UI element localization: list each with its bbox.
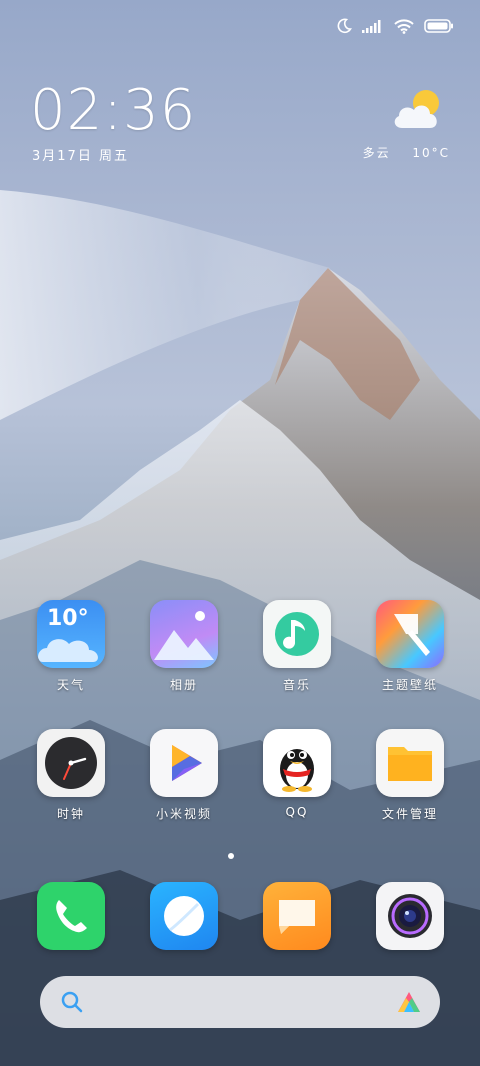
wifi-icon <box>394 18 414 34</box>
app-label: 音乐 <box>282 678 311 692</box>
weather-summary: 多云 10°C <box>363 144 450 161</box>
app-clock[interactable]: 时钟 <box>21 729 121 822</box>
app-file-manager[interactable]: 文件管理 <box>360 729 460 822</box>
app-label: 天气 <box>56 678 85 692</box>
partly-cloudy-icon[interactable] <box>390 86 446 138</box>
app-themes[interactable]: 主题壁纸 <box>360 600 460 693</box>
status-bar <box>336 18 454 34</box>
qq-app-icon <box>263 729 331 797</box>
music-app-icon <box>263 600 331 668</box>
weather-condition: 多云 <box>362 146 391 160</box>
themes-app-icon <box>376 600 444 668</box>
battery-icon <box>424 19 453 33</box>
ai-assistant-icon[interactable] <box>396 990 422 1014</box>
dock-camera[interactable] <box>360 882 460 950</box>
app-mi-video[interactable]: 小米视频 <box>134 729 234 822</box>
app-gallery[interactable]: 相册 <box>134 600 234 693</box>
file-manager-app-icon <box>376 729 444 797</box>
weather-temperature: 10°C <box>412 146 450 160</box>
clock-date: 3月17日 周五 <box>32 149 129 164</box>
signal-icon <box>362 20 381 33</box>
search-icon <box>61 991 83 1013</box>
app-qq[interactable]: QQ <box>247 729 347 819</box>
mi-video-app-icon <box>150 729 218 797</box>
app-weather[interactable]: 10° 天气 <box>21 600 121 693</box>
app-label: 文件管理 <box>381 807 438 821</box>
gallery-app-icon <box>150 600 218 668</box>
dock-phone[interactable] <box>21 882 121 950</box>
messages-app-icon <box>263 882 331 950</box>
clock-app-icon <box>37 729 105 797</box>
app-label: 小米视频 <box>155 807 212 821</box>
clock-time[interactable]: 02:36 <box>30 78 196 143</box>
browser-app-icon <box>150 882 218 950</box>
app-music[interactable]: 音乐 <box>247 600 347 693</box>
app-label: 时钟 <box>56 807 85 821</box>
app-label: 相册 <box>169 678 198 692</box>
search-bar[interactable] <box>40 976 440 1028</box>
phone-app-icon <box>37 882 105 950</box>
dock-browser[interactable] <box>134 882 234 950</box>
dock-messages[interactable] <box>247 882 347 950</box>
app-label: QQ <box>285 805 309 819</box>
camera-app-icon <box>376 882 444 950</box>
page-indicator[interactable] <box>228 853 234 859</box>
app-label: 主题壁纸 <box>381 678 438 692</box>
weather-app-icon: 10° <box>37 600 105 668</box>
moon-icon <box>337 18 352 34</box>
